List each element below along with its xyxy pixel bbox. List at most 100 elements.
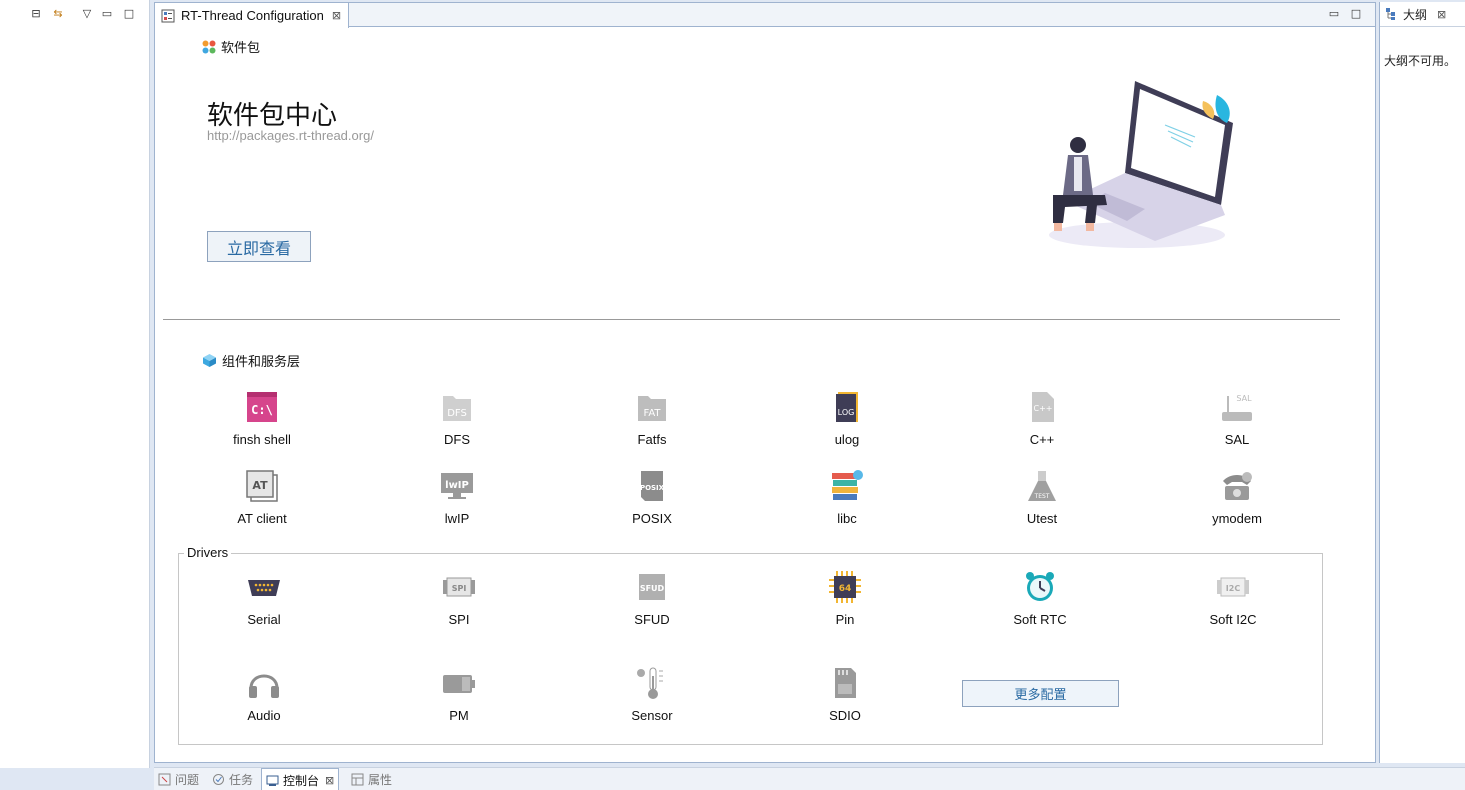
view-menu-icon[interactable]: ▽ [79,5,95,21]
tab-rt-thread-configuration[interactable]: RT-Thread Configuration ⊠ [155,3,349,28]
section-label: 组件和服务层 [222,355,301,370]
serial-port-icon [248,580,280,596]
component-utest[interactable]: TEST Utest [982,469,1102,526]
maximize-icon[interactable]: □ [1349,7,1363,21]
driver-soft-i2c[interactable]: I2C Soft I2C [1173,570,1293,627]
minimize-icon[interactable]: ▭ [1327,7,1341,21]
components-section-title: 组件和服务层 [202,351,300,370]
folder-fat-icon: FAT [638,396,666,421]
component-cpp[interactable]: C++ C++ [982,390,1102,447]
books-icon [832,470,863,500]
component-finsh-shell[interactable]: C:\ finsh shell [202,390,322,447]
section-label: 软件包 [221,41,261,56]
svg-text:DFS: DFS [447,408,467,419]
driver-audio[interactable]: Audio [204,666,324,723]
component-ulog[interactable]: LOG ulog [787,390,907,447]
component-label: finsh shell [233,432,291,447]
tab-problems[interactable]: 问题 [158,768,199,790]
driver-sdio[interactable]: SDIO [785,666,905,723]
cpp-file-icon: C++ [1032,392,1054,422]
battery-icon [443,675,475,693]
driver-spi[interactable]: SPI SPI [399,570,519,627]
test-flask-icon: TEST [1028,471,1056,501]
log-book-icon: LOG [836,392,858,422]
packages-icon [202,40,216,53]
close-icon[interactable]: ⊠ [1437,8,1446,21]
driver-label: SFUD [634,612,670,627]
component-ymodem[interactable]: ymodem [1177,469,1297,526]
component-label: DFS [444,432,470,447]
driver-label: SDIO [829,708,861,723]
tasks-icon [213,774,224,785]
component-at-client[interactable]: AT AT client [202,469,322,526]
tab-console[interactable]: 控制台 ⊠ [261,768,340,790]
component-label: POSIX [632,511,672,526]
component-label: Fatfs [637,432,667,447]
svg-text:FAT: FAT [643,408,661,419]
problems-icon [158,773,171,786]
component-label: ulog [834,432,860,447]
svg-text:SAL: SAL [1236,394,1252,403]
minimize-icon[interactable]: ▭ [99,5,115,21]
drivers-group [178,553,1323,745]
tab-label: 控制台 [283,773,320,788]
component-label: AT client [237,511,287,526]
driver-label: Sensor [631,708,673,723]
more-config-button[interactable]: 更多配置 [962,680,1119,707]
svg-text:SFUD: SFUD [640,584,665,593]
alarm-clock-icon [1026,572,1054,601]
properties-icon [351,773,364,786]
outline-panel: 大纲 ⊠ 大纲不可用。 [1379,2,1465,763]
component-label: Utest [1026,511,1058,526]
close-icon[interactable]: ⊠ [332,9,341,22]
component-posix[interactable]: POSIX POSIX [592,469,712,526]
tab-properties[interactable]: 属性 [351,768,392,790]
component-label: C++ [1029,432,1055,447]
driver-sfud[interactable]: SFUD SFUD [592,570,712,627]
lwip-monitor-icon: lwIP [441,473,473,499]
cmd-terminal-icon: C:\ [247,392,277,422]
thermometer-icon [637,667,663,699]
driver-label: Audio [247,708,281,723]
tab-label: RT-Thread Configuration [181,8,324,23]
svg-text:SPI: SPI [452,584,467,593]
driver-soft-rtc[interactable]: Soft RTC [980,570,1100,627]
outline-unavailable-message: 大纲不可用。 [1384,54,1457,68]
drivers-group-label: Drivers [184,545,232,560]
sfud-chip-icon: SFUD [639,574,665,600]
component-lwip[interactable]: lwIP lwIP [397,469,517,526]
tab-outline[interactable]: 大纲 ⊠ [1380,2,1465,27]
maximize-icon[interactable]: □ [121,5,137,21]
collapse-all-icon[interactable]: ⊟ [28,5,44,21]
svg-text:LOG: LOG [838,408,855,417]
component-dfs[interactable]: DFS DFS [397,390,517,447]
person-with-laptop-illustration [1049,81,1233,248]
svg-text:C++: C++ [1034,404,1053,413]
driver-serial[interactable]: Serial [204,570,324,627]
close-icon[interactable]: ⊠ [325,774,334,787]
driver-sensor[interactable]: Sensor [592,666,712,723]
tab-label: 大纲 [1403,7,1428,22]
driver-label: Soft I2C [1209,612,1257,627]
driver-label: Pin [835,612,855,627]
package-center-url[interactable]: http://packages.rt-thread.org/ [207,128,374,143]
driver-pin[interactable]: 64 Pin [785,570,905,627]
component-label: ymodem [1212,511,1262,526]
component-label: lwIP [444,511,470,526]
view-now-button[interactable]: 立即查看 [207,231,311,262]
component-sal[interactable]: SAL SAL [1177,390,1297,447]
driver-pm[interactable]: PM [399,666,519,723]
config-file-icon [161,9,175,22]
sd-card-icon [835,668,856,698]
component-libc[interactable]: libc [787,469,907,526]
tab-tasks[interactable]: 任务 [212,768,253,790]
left-panel: ⊟ ⇆ ▽ ▭ □ [0,0,150,768]
link-editor-icon[interactable]: ⇆ [50,5,66,21]
outline-icon [1386,8,1395,20]
headphones-icon [249,674,279,698]
at-command-icon: AT [246,470,278,502]
left-toolbar: ⊟ ⇆ ▽ ▭ □ [0,0,150,26]
component-fatfs[interactable]: FAT Fatfs [592,390,712,447]
component-label: libc [837,511,857,526]
svg-text:lwIP: lwIP [445,480,469,491]
